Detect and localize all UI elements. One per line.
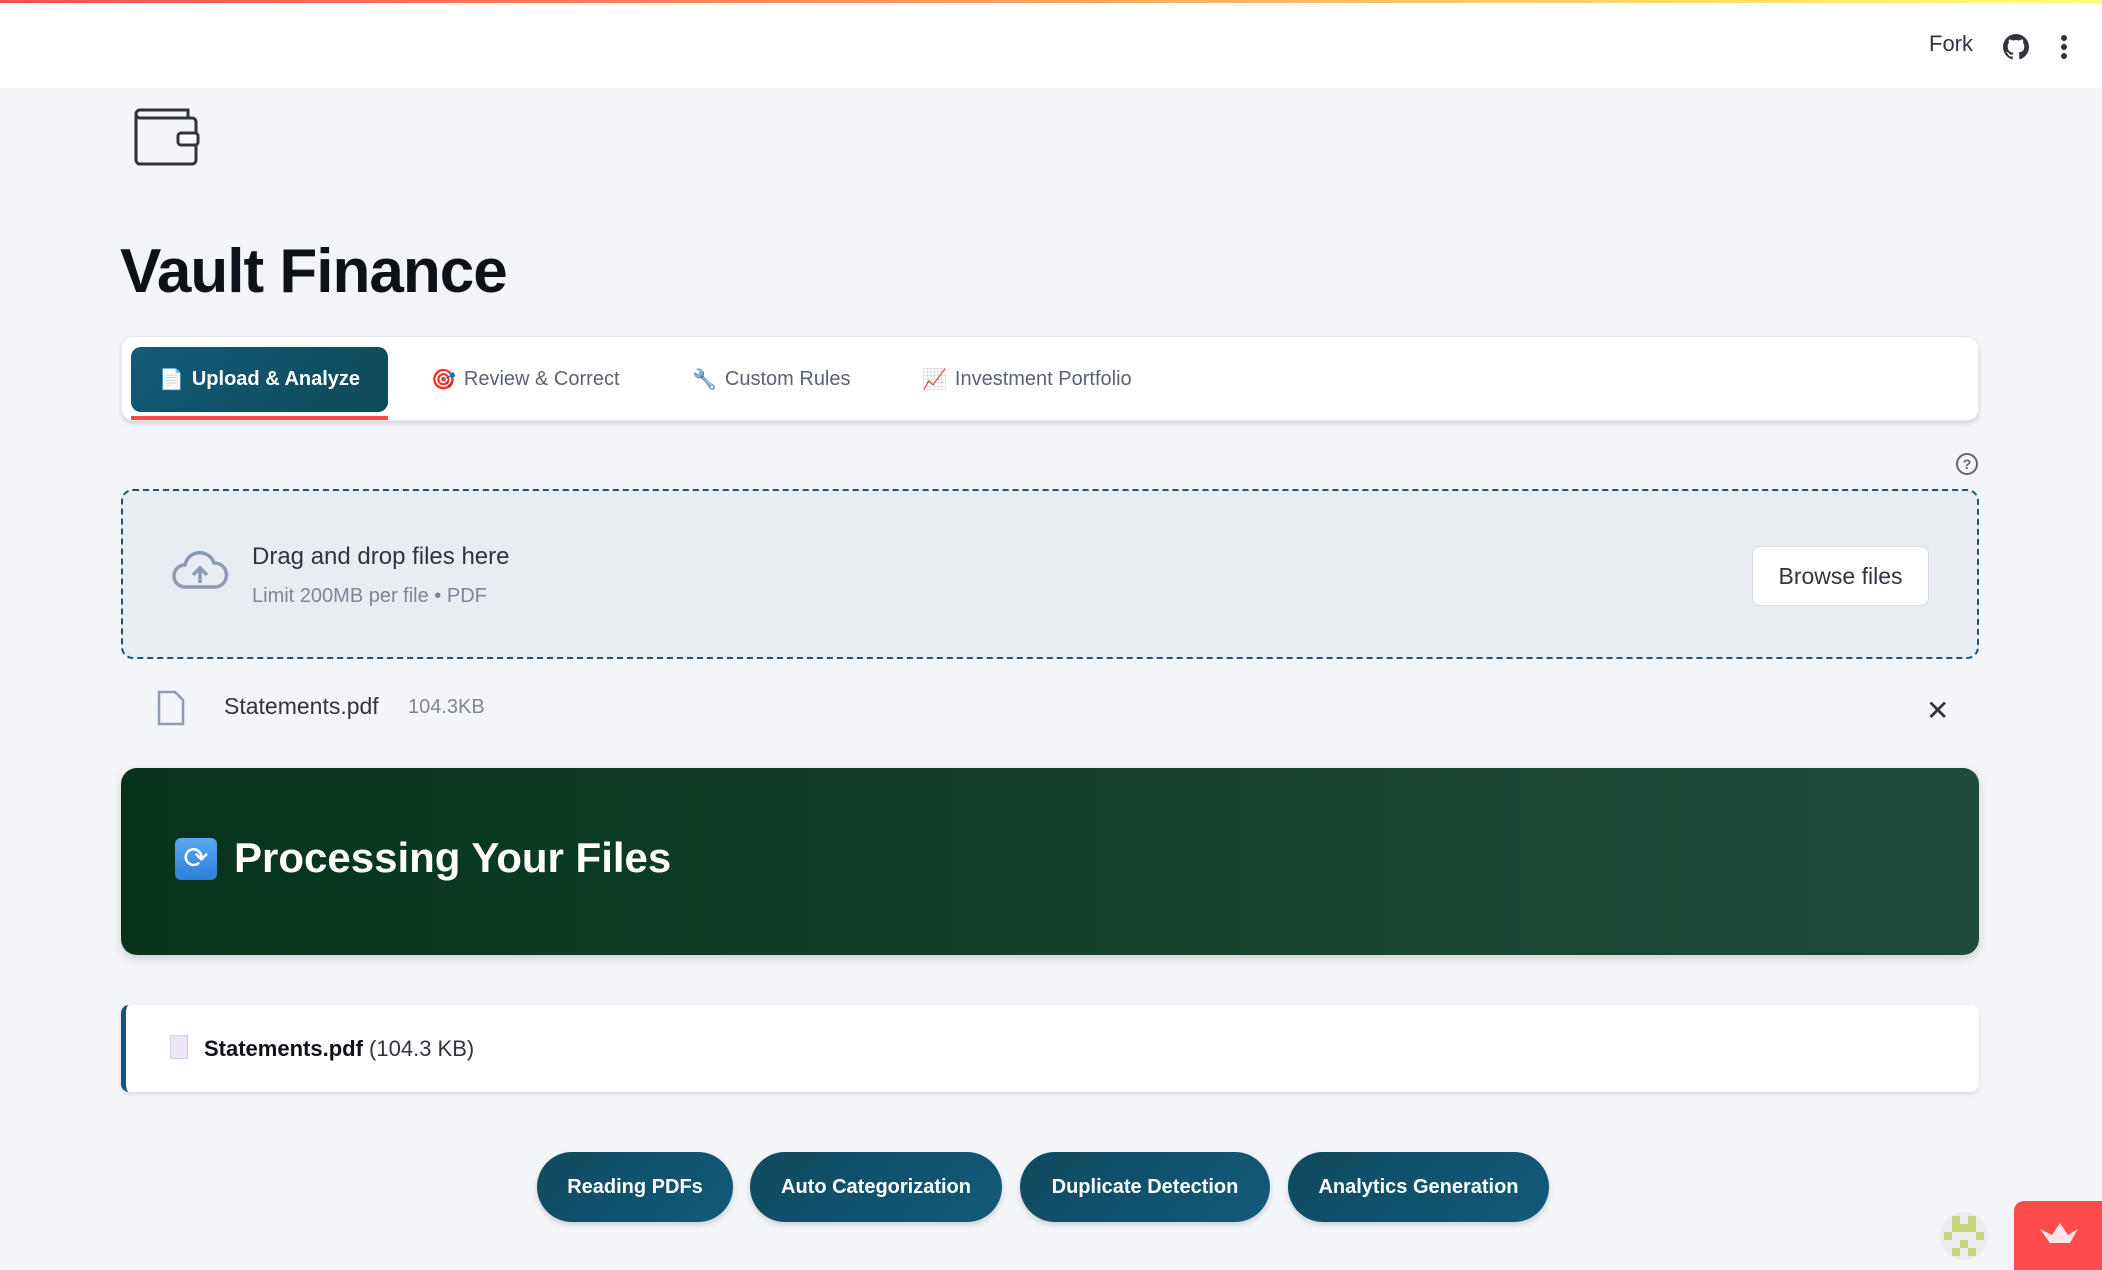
step-auto-categorization[interactable]: Auto Categorization [750,1152,1002,1222]
active-tab-indicator [131,416,388,420]
crown-icon [2040,1223,2078,1243]
document-icon [170,1035,188,1059]
target-icon: 🎯 [431,369,456,391]
tab-bar: 📄 Upload & Analyze 🎯 Review & Correct 🔧 Cus… [121,336,1979,421]
file-name: Statements.pdf [224,693,379,719]
file-info-name: Statements.pdf [204,1036,363,1061]
browse-files-button[interactable]: Browse files [1752,546,1929,606]
step-analytics-generation[interactable]: Analytics Generation [1288,1152,1549,1222]
help-icon[interactable]: ? [1956,453,1978,475]
step-reading-pdfs[interactable]: Reading PDFs [537,1152,733,1222]
app-header: Fork [0,3,2102,88]
tab-review-correct[interactable]: 🎯 Review & Correct [431,347,620,412]
banner-title: Processing Your Files [234,834,672,881]
document-icon: 📄 [158,369,184,391]
dropzone-limit: Limit 200MB per file • PDF [252,585,487,607]
fork-link[interactable]: Fork [1929,31,1973,57]
tab-custom-rules[interactable]: 🔧 Custom Rules [692,347,851,412]
file-dropzone[interactable]: Drag and drop files here Limit 200MB per… [121,489,1979,659]
chart-icon: 📈 [922,369,947,391]
file-info-card: Statements.pdf (104.3 KB) [121,1005,1979,1092]
step-duplicate-detection[interactable]: Duplicate Detection [1020,1152,1270,1222]
tab-label: Custom Rules [724,368,851,390]
uploaded-file-row: Statements.pdf 104.3KB ✕ [121,680,1979,730]
tab-upload-analyze[interactable]: 📄 Upload & Analyze [131,347,388,412]
file-icon [157,690,185,726]
dropzone-title: Drag and drop files here [252,543,510,570]
tab-label: Upload & Analyze [191,368,361,390]
wrench-icon: 🔧 [692,369,717,391]
processing-banner: ⟳ Processing Your Files [121,768,1979,955]
tab-label: Review & Correct [463,368,620,390]
remove-file-button[interactable]: ✕ [1926,694,1949,727]
user-avatar[interactable] [1940,1212,1988,1260]
file-info-size: (104.3 KB) [369,1036,475,1061]
main-menu-icon[interactable] [2060,34,2068,60]
refresh-icon: ⟳ [175,838,217,880]
github-icon[interactable] [2003,34,2029,60]
tab-investment-portfolio[interactable]: 📈 Investment Portfolio [922,347,1132,412]
streamlit-badge[interactable] [2014,1201,2102,1270]
file-size: 104.3KB [408,696,485,718]
file-info-text: Statements.pdf (104.3 KB) [204,1036,474,1062]
tab-label: Investment Portfolio [954,368,1132,390]
cloud-upload-icon [172,550,229,589]
wallet-icon [134,108,200,166]
page-title: Vault Finance [120,237,508,306]
